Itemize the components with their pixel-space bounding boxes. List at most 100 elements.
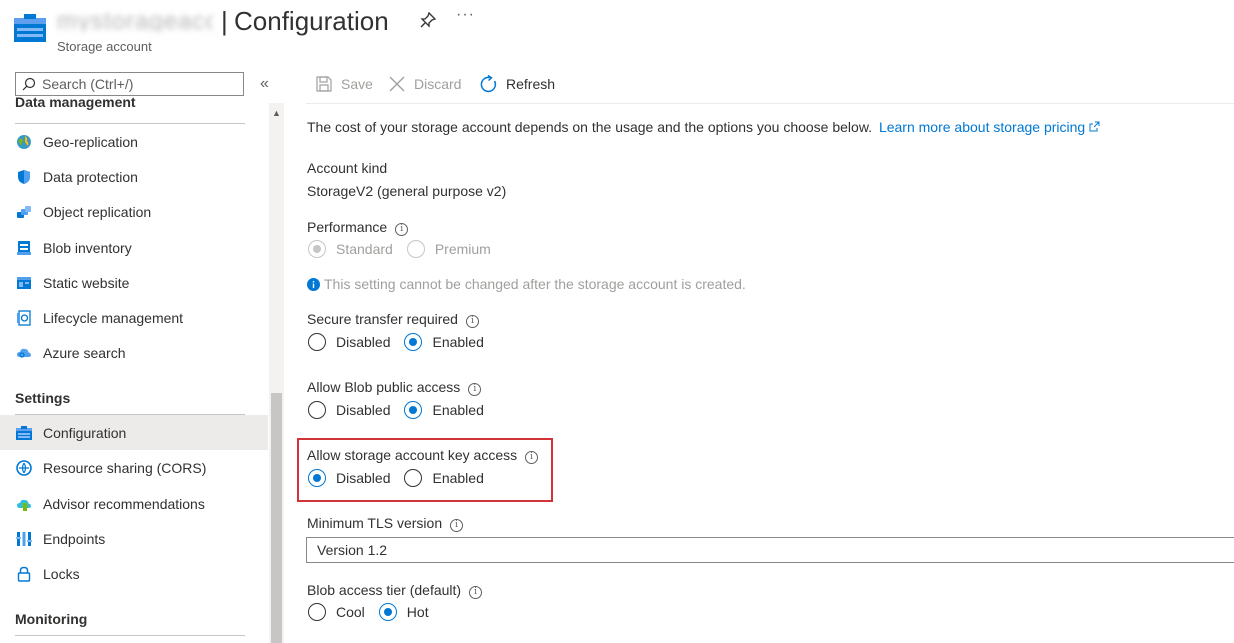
website-icon [15, 274, 33, 292]
secure-transfer-disabled-label: Disabled [336, 334, 391, 350]
performance-radio-group: Standard Premium [308, 240, 505, 258]
save-label: Save [341, 76, 373, 92]
secure-transfer-field-label: Secure transfer required i [307, 311, 479, 328]
blob-public-label: Allow Blob public access [307, 379, 461, 395]
sidebar-item-object-replication[interactable]: Object replication [0, 194, 268, 229]
section-heading-data-management: Data management [15, 97, 136, 110]
save-icon [316, 76, 332, 92]
sidebar-item-geo-replication[interactable]: Geo-replication [0, 124, 268, 159]
sidebar-item-locks[interactable]: Locks [0, 556, 268, 591]
sidebar-item-advisor-recommendations[interactable]: Advisor recommendations [0, 486, 268, 521]
learn-more-label: Learn more about storage pricing [878, 119, 1086, 135]
info-icon[interactable]: i [468, 383, 482, 396]
sidebar-item-endpoints[interactable]: Endpoints [0, 521, 268, 556]
sidebar-item-lifecycle-management[interactable]: Lifecycle management [0, 300, 268, 335]
blob-public-enabled-radio[interactable] [404, 401, 423, 419]
section-heading-monitoring: Monitoring [15, 611, 88, 627]
tls-label: Minimum TLS version [307, 515, 443, 531]
sidebar-item-data-protection[interactable]: Data protection [0, 159, 268, 194]
sidebar-item-label: Blob inventory [43, 239, 132, 256]
tier-hot-radio[interactable] [378, 603, 397, 621]
sidebar-item-cors[interactable]: Resource sharing (CORS) [0, 450, 268, 485]
info-icon[interactable]: i [450, 519, 464, 532]
discard-label: Discard [414, 76, 462, 92]
tls-version-value: Version 1.2 [317, 542, 388, 558]
pin-icon[interactable] [419, 11, 437, 29]
title-separator: | [221, 6, 228, 36]
object-replication-icon [15, 203, 33, 221]
external-link-icon [1089, 121, 1100, 132]
lifecycle-icon [15, 309, 33, 327]
info-icon[interactable]: i [395, 223, 409, 236]
sidebar-item-label: Data protection [43, 168, 138, 185]
performance-standard-radio [308, 240, 326, 258]
toolbar-divider [306, 103, 1234, 104]
secure-transfer-enabled-radio[interactable] [404, 333, 423, 351]
discard-button[interactable]: Discard [388, 74, 461, 94]
blob-public-field-label: Allow Blob public access i [307, 379, 482, 396]
key-access-enabled-radio[interactable] [404, 469, 423, 487]
cors-icon [15, 459, 33, 477]
endpoints-icon [15, 530, 33, 548]
secure-transfer-enabled-label: Enabled [432, 334, 484, 350]
sidebar-item-label: Static website [43, 274, 130, 291]
storage-account-icon [14, 14, 46, 42]
performance-note-text: This setting cannot be changed after the… [324, 276, 746, 292]
performance-standard-label: Standard [336, 241, 393, 257]
secure-transfer-radio-group: Disabled Enabled [308, 333, 498, 351]
section-divider [15, 635, 245, 636]
configuration-icon [15, 424, 33, 442]
blob-public-disabled-radio[interactable] [308, 401, 326, 419]
account-name: mystorageacct [57, 8, 213, 32]
key-access-disabled-radio[interactable] [308, 469, 326, 487]
globe-icon [15, 133, 33, 151]
performance-premium-radio [406, 240, 425, 258]
collapse-sidebar-icon[interactable]: « [260, 75, 269, 93]
info-icon[interactable]: i [525, 451, 539, 464]
tls-version-select[interactable]: Version 1.2 [306, 537, 1234, 563]
sidebar-item-azure-search[interactable]: Azure search [0, 335, 268, 370]
sidebar-item-label: Endpoints [43, 530, 106, 547]
sidebar-scrollbar-thumb[interactable] [271, 393, 282, 643]
key-access-radio-group: Disabled Enabled [308, 469, 498, 487]
tier-radio-group: Cool Hot [308, 603, 443, 621]
sidebar-item-label: Configuration [43, 424, 127, 441]
performance-field-label: Performance i [307, 219, 409, 236]
tier-cool-radio[interactable] [308, 603, 326, 621]
more-options-icon[interactable]: ··· [456, 6, 475, 24]
search-icon [22, 77, 36, 91]
advisor-icon [15, 495, 33, 513]
key-access-disabled-label: Disabled [336, 470, 391, 486]
performance-premium-label: Premium [434, 241, 491, 257]
performance-label: Performance [307, 219, 388, 235]
refresh-label: Refresh [506, 76, 556, 92]
discard-icon [389, 76, 405, 92]
performance-note: This setting cannot be changed after the… [307, 276, 746, 292]
sidebar-item-label: Resource sharing (CORS) [43, 459, 207, 476]
sidebar-item-label: Object replication [43, 203, 152, 220]
sidebar-item-static-website[interactable]: Static website [0, 265, 268, 300]
tier-hot-label: Hot [406, 604, 429, 620]
refresh-button[interactable]: Refresh [479, 74, 555, 94]
intro-text: The cost of your storage account depends… [307, 119, 873, 135]
sidebar-item-label: Lifecycle management [43, 309, 184, 326]
page-title: Configuration [234, 6, 389, 36]
inventory-icon [15, 239, 33, 257]
cloud-search-icon [15, 344, 33, 362]
search-input[interactable]: Search (Ctrl+/) [15, 72, 244, 96]
info-filled-icon [307, 278, 320, 291]
sidebar-item-configuration[interactable]: Configuration [0, 415, 268, 450]
sidebar-item-blob-inventory[interactable]: Blob inventory [0, 230, 268, 265]
info-icon[interactable]: i [465, 315, 479, 328]
account-kind-value: StorageV2 (general purpose v2) [307, 183, 507, 199]
learn-more-link[interactable]: Learn more about storage pricing [879, 119, 1100, 135]
info-icon[interactable]: i [469, 586, 483, 599]
secure-transfer-disabled-radio[interactable] [308, 333, 326, 351]
pricing-intro: The cost of your storage account depends… [307, 119, 1100, 135]
tier-field-label: Blob access tier (default) i [307, 582, 483, 599]
key-access-label: Allow storage account key access [307, 447, 518, 463]
save-button[interactable]: Save [315, 74, 373, 94]
scroll-up-arrow-icon[interactable]: ▲ [272, 108, 281, 118]
blob-public-disabled-label: Disabled [336, 402, 391, 418]
lock-icon [15, 565, 33, 583]
